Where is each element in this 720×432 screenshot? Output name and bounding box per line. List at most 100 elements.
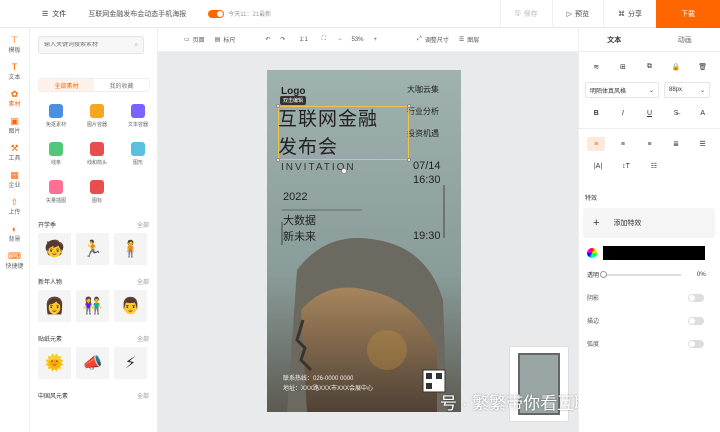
stroke-toggle[interactable] bbox=[688, 316, 704, 325]
list-icon[interactable]: ☷ bbox=[645, 159, 663, 173]
sticker-thumb[interactable]: 👫 bbox=[76, 290, 109, 322]
undo-button[interactable]: ↶ bbox=[265, 36, 270, 43]
poster-slogan-1[interactable]: 大数据 bbox=[283, 212, 316, 228]
strikethrough-icon[interactable]: S̶ bbox=[667, 106, 685, 120]
section-more-link[interactable]: 全部 bbox=[137, 277, 149, 286]
italic-icon[interactable]: I bbox=[614, 106, 632, 120]
align-right-icon[interactable]: ≡ bbox=[640, 137, 658, 151]
poster-right-text-2[interactable]: 行业分析 bbox=[407, 106, 439, 117]
nav-template[interactable]: ⊤ 模板 bbox=[0, 32, 29, 56]
ratio-button[interactable]: 1:1 bbox=[299, 37, 307, 43]
nav-background[interactable]: ◐ 背景 bbox=[0, 221, 29, 245]
tool-shape[interactable]: 图形 bbox=[120, 138, 156, 170]
page-button[interactable]: ▭ 页面 bbox=[184, 35, 205, 44]
zoom-out-button[interactable]: − bbox=[338, 37, 342, 43]
sticker-thumb[interactable]: 🌞 bbox=[38, 347, 71, 379]
poster-right-text-1[interactable]: 大咖云集 bbox=[407, 84, 439, 95]
tool-text-container[interactable]: 文本容器 bbox=[120, 100, 156, 132]
layer-order-icon[interactable]: ≋ bbox=[587, 60, 605, 74]
fit-button[interactable]: ⛶ bbox=[322, 36, 326, 43]
document-title[interactable]: 互联网金融发布会动态手机海报 bbox=[88, 9, 186, 19]
line-height-icon[interactable]: ↕T bbox=[617, 159, 635, 173]
poster-contact-phone[interactable]: 联系热线：026-0000 0000 bbox=[283, 373, 353, 382]
tab-all-assets[interactable]: 全部素材 bbox=[39, 79, 94, 91]
section-more-link[interactable]: 全部 bbox=[137, 220, 149, 229]
file-menu[interactable]: ☰ 文件 bbox=[42, 9, 66, 19]
resize-handle[interactable] bbox=[276, 158, 280, 162]
text-color-icon[interactable]: A bbox=[694, 106, 712, 120]
shadow-toggle[interactable] bbox=[688, 293, 704, 302]
nav-text[interactable]: T 文本 bbox=[0, 59, 29, 83]
preview-button[interactable]: ▷ 预览 bbox=[551, 0, 603, 28]
group-icon[interactable]: ⊞ bbox=[614, 60, 632, 74]
font-family-select[interactable]: 明陌体真风格 ⌄ bbox=[585, 82, 659, 98]
delete-icon[interactable]: 🗑 bbox=[694, 60, 712, 74]
align-center-icon[interactable]: ≡ bbox=[614, 137, 632, 151]
tool-icons[interactable]: 图标 bbox=[79, 176, 115, 208]
add-effect-button[interactable]: + 添加特效 bbox=[583, 208, 715, 238]
poster-right-text-3[interactable]: 投资机遇 bbox=[407, 128, 439, 139]
layers-button[interactable]: ☰ 图层 bbox=[459, 35, 479, 44]
align-left-icon[interactable]: ≡ bbox=[587, 137, 606, 151]
nav-upload[interactable]: ⇧ 上传 bbox=[0, 194, 29, 218]
lock-icon[interactable]: 🔒 bbox=[667, 60, 685, 74]
tab-animation[interactable]: 动画 bbox=[650, 28, 720, 51]
ruler-button[interactable]: ▤ 标尺 bbox=[215, 35, 236, 44]
resize-handle[interactable] bbox=[407, 104, 411, 108]
curve-toggle[interactable] bbox=[688, 339, 704, 348]
color-swatch[interactable] bbox=[603, 246, 705, 260]
nav-material[interactable]: ✿ 素材 bbox=[0, 86, 29, 110]
resize-handle[interactable] bbox=[276, 104, 280, 108]
nav-image[interactable]: ▣ 图片 bbox=[0, 113, 29, 137]
opacity-slider[interactable] bbox=[600, 270, 682, 278]
sticker-thumb[interactable]: 🧒 bbox=[38, 233, 71, 265]
tool-image-container[interactable]: 图片容器 bbox=[79, 100, 115, 132]
align-distribute-icon[interactable]: ☰ bbox=[694, 137, 712, 151]
selection-box[interactable] bbox=[278, 106, 409, 160]
nav-label: 图片 bbox=[8, 128, 21, 135]
nav-shortcuts[interactable]: ⌨ 快捷键 bbox=[0, 248, 29, 272]
nav-company[interactable]: ▦ 企业 bbox=[0, 167, 29, 191]
color-wheel-icon[interactable] bbox=[587, 248, 597, 258]
tab-favorites[interactable]: 我的收藏 bbox=[94, 79, 149, 91]
resize-handle[interactable] bbox=[407, 158, 411, 162]
letter-spacing-icon[interactable]: |A| bbox=[589, 159, 607, 173]
poster-date[interactable]: 07/14 bbox=[413, 160, 441, 172]
align-justify-icon[interactable]: ≣ bbox=[667, 137, 685, 151]
poster-contact-address[interactable]: 地址：XXX路XXX市XXX会展中心 bbox=[283, 383, 373, 392]
nav-tools[interactable]: ⚒ 工具 bbox=[0, 140, 29, 164]
sticker-thumb[interactable]: 🏃 bbox=[76, 233, 109, 265]
redo-button[interactable]: ↷ bbox=[280, 36, 285, 43]
tool-line[interactable]: 线条 bbox=[38, 138, 74, 170]
autosave-toggle[interactable] bbox=[208, 9, 225, 18]
tool-cutout[interactable]: 免抠素材 bbox=[38, 100, 74, 132]
sticker-thumb[interactable]: 👩 bbox=[38, 290, 71, 322]
bold-icon[interactable]: B bbox=[587, 106, 605, 120]
resize-button[interactable]: ⤢ 调整尺寸 bbox=[417, 35, 449, 44]
copy-icon[interactable]: ⧉ bbox=[640, 60, 658, 74]
poster-time-1[interactable]: 16:30 bbox=[413, 174, 441, 186]
tool-vector[interactable]: 矢量插图 bbox=[38, 176, 74, 208]
underline-icon[interactable]: U bbox=[640, 106, 658, 120]
section-more-link[interactable]: 全部 bbox=[137, 391, 149, 400]
search-input[interactable] bbox=[44, 42, 124, 48]
tool-arrow[interactable]: 线和箭头 bbox=[79, 138, 115, 170]
save-button[interactable]: 🖫 保存 bbox=[499, 0, 552, 28]
poster-slogan-2[interactable]: 新未来 bbox=[283, 228, 316, 244]
zoom-in-button[interactable]: + bbox=[374, 37, 378, 43]
slider-knob[interactable] bbox=[600, 270, 608, 278]
poster-year[interactable]: 2022 bbox=[283, 191, 307, 203]
font-size-select[interactable]: 88px ⌄ bbox=[664, 82, 710, 98]
rotate-handle[interactable] bbox=[341, 168, 347, 174]
sticker-thumb[interactable]: 📣 bbox=[76, 347, 109, 379]
poster-time-2[interactable]: 19:30 bbox=[413, 230, 441, 242]
download-button[interactable]: 下载 bbox=[656, 0, 720, 28]
tab-text[interactable]: 文本 bbox=[579, 28, 650, 51]
sticker-thumb[interactable]: 🧍 bbox=[114, 233, 147, 265]
search-icon[interactable]: ⌕ bbox=[135, 42, 138, 49]
section-more-link[interactable]: 全部 bbox=[137, 334, 149, 343]
share-button[interactable]: ⌘ 分享 bbox=[603, 0, 656, 28]
stroke-row: 描边 bbox=[587, 316, 704, 325]
sticker-thumb[interactable]: 👨 bbox=[114, 290, 147, 322]
sticker-thumb[interactable]: ⚡ bbox=[114, 347, 147, 379]
